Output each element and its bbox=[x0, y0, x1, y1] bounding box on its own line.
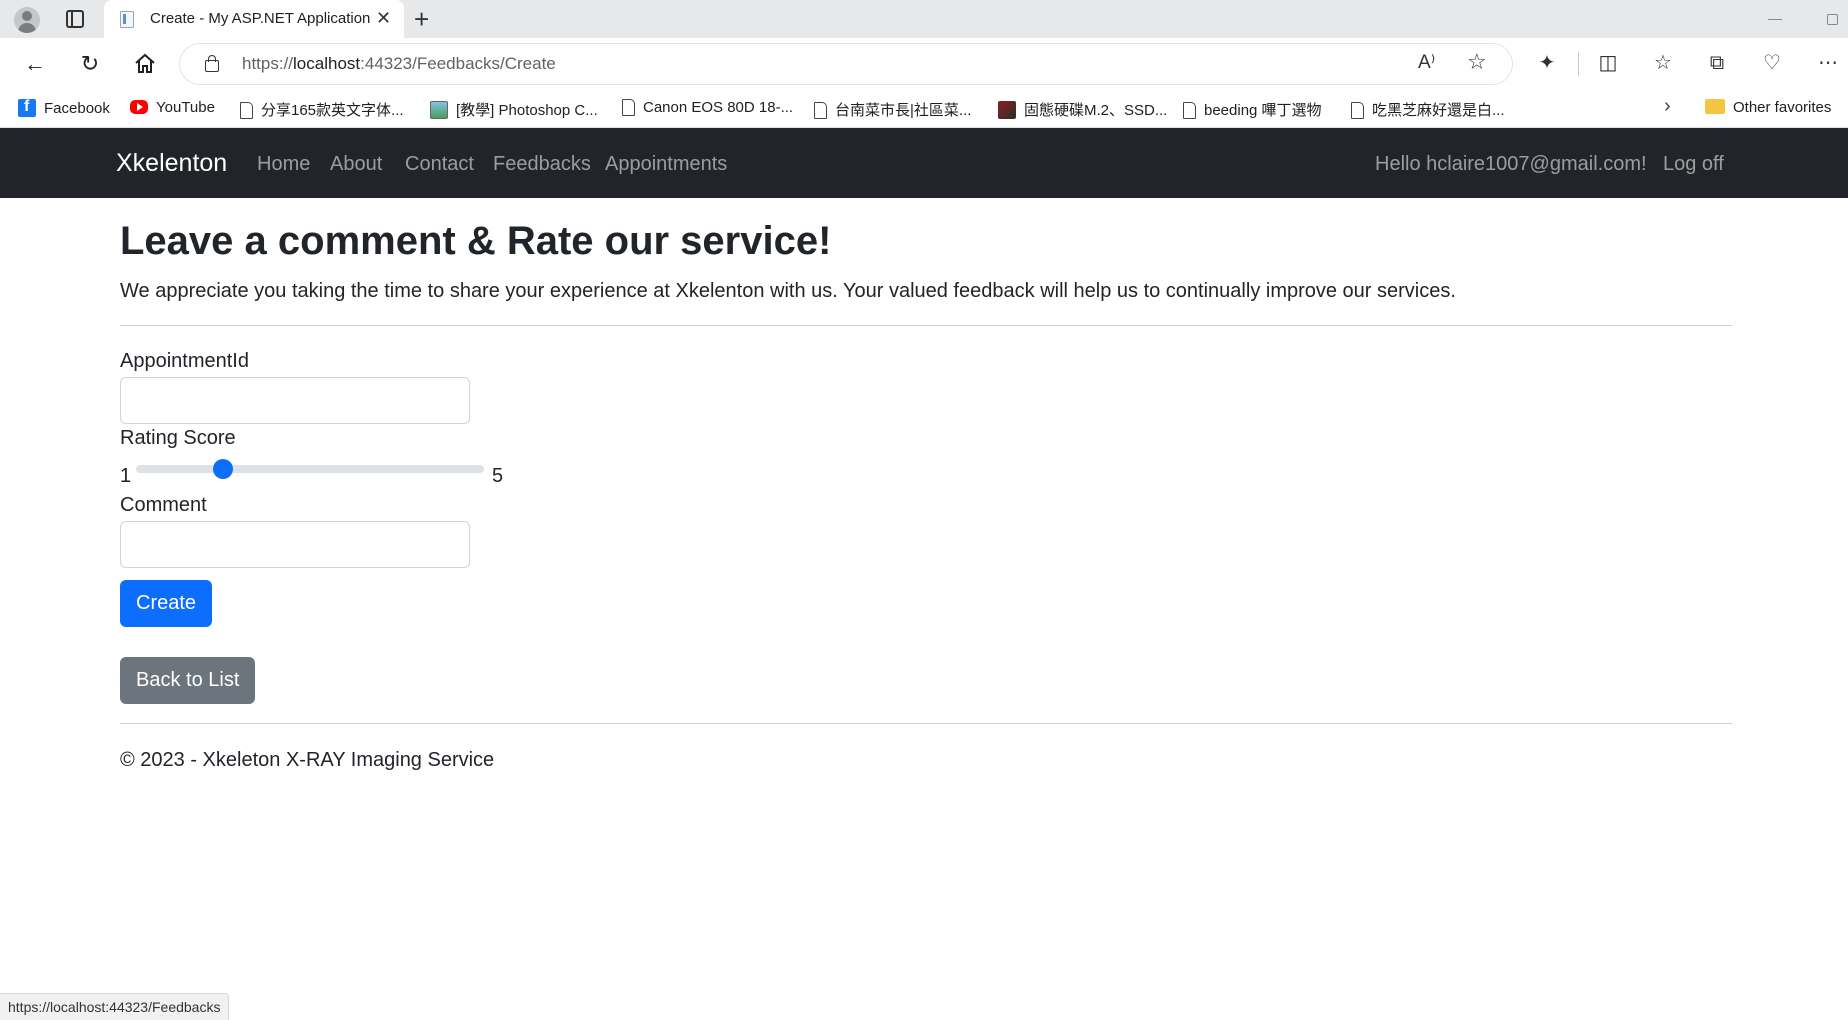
intro-text: We appreciate you taking the time to sha… bbox=[120, 280, 1456, 302]
bookmark-ssd[interactable]: 固態硬碟M.2、SSD... bbox=[998, 99, 1167, 119]
favorite-star-icon[interactable]: ☆ bbox=[1467, 49, 1487, 75]
brand-link[interactable]: Xkelenton bbox=[116, 149, 227, 178]
page-icon bbox=[240, 102, 253, 119]
rating-slider[interactable] bbox=[136, 459, 484, 479]
lock-icon[interactable] bbox=[204, 55, 219, 72]
minimize-window-button[interactable] bbox=[1768, 19, 1782, 20]
other-favorites-folder[interactable]: Other favorites bbox=[1705, 99, 1831, 119]
bookmark-photoshop[interactable]: [教學] Photoshop C... bbox=[430, 99, 598, 119]
page-icon bbox=[1351, 102, 1364, 119]
bookmark-market[interactable]: 台南菜市長|社區菜... bbox=[814, 99, 971, 119]
new-tab-button[interactable]: + bbox=[414, 4, 429, 34]
collections-icon[interactable]: ⧉ bbox=[1703, 49, 1731, 77]
footer-copyright: © 2023 - Xkeleton X-RAY Imaging Service bbox=[120, 749, 495, 771]
refresh-icon[interactable]: ↻ bbox=[76, 50, 104, 78]
page-favicon-icon bbox=[120, 11, 134, 28]
performance-icon[interactable]: ♡ bbox=[1758, 49, 1786, 77]
tab-title: Create - My ASP.NET Application bbox=[150, 10, 371, 27]
rating-slider-thumb[interactable] bbox=[213, 459, 233, 479]
back-to-list-button[interactable]: Back to List bbox=[120, 657, 256, 704]
nav-feedbacks[interactable]: Feedbacks bbox=[493, 153, 591, 176]
page-title: Leave a comment & Rate our service! bbox=[120, 219, 832, 263]
restore-window-button[interactable] bbox=[1827, 14, 1838, 25]
bookmark-beeding[interactable]: beeding 嗶丁選物 bbox=[1183, 99, 1322, 119]
more-menu-icon[interactable]: ⋯ bbox=[1814, 49, 1842, 77]
divider bbox=[120, 325, 1732, 326]
nav-contact[interactable]: Contact bbox=[405, 153, 474, 176]
chevron-right-icon[interactable]: › bbox=[1664, 95, 1671, 118]
bookmark-facebook[interactable]: Facebook bbox=[18, 98, 110, 119]
bookmark-fonts[interactable]: 分享165款英文字体... bbox=[240, 99, 404, 119]
page-icon bbox=[622, 99, 635, 116]
rating-min-label: 1 bbox=[120, 465, 132, 487]
browser-tab-strip: Create - My ASP.NET Application ✕ + bbox=[0, 0, 1848, 38]
page-icon bbox=[814, 102, 827, 119]
comment-label: Comment bbox=[120, 494, 207, 516]
close-tab-icon[interactable]: ✕ bbox=[376, 8, 391, 28]
home-icon[interactable] bbox=[131, 50, 159, 78]
appointment-id-label: AppointmentId bbox=[120, 350, 249, 372]
page-icon bbox=[1183, 102, 1196, 119]
tab-actions-icon[interactable] bbox=[66, 10, 84, 28]
address-bar[interactable]: https://localhost:44323/Feedbacks/Create… bbox=[180, 44, 1512, 84]
footer-divider bbox=[120, 723, 1732, 724]
back-arrow-icon[interactable]: ← bbox=[21, 50, 49, 78]
rating-max-label: 5 bbox=[492, 465, 504, 487]
logoff-link[interactable]: Log off bbox=[1663, 153, 1724, 176]
url-text[interactable]: https://localhost:44323/Feedbacks/Create bbox=[242, 54, 556, 74]
folder-icon bbox=[1705, 99, 1725, 114]
profile-icon[interactable] bbox=[14, 7, 40, 33]
rating-score-label: Rating Score bbox=[120, 427, 236, 449]
favorites-bar: Facebook YouTube 分享165款英文字体... [教學] Phot… bbox=[0, 90, 1848, 128]
user-greeting-link[interactable]: Hello hclaire1007@gmail.com! bbox=[1375, 153, 1647, 176]
browser-tab-active[interactable]: Create - My ASP.NET Application ✕ bbox=[104, 0, 404, 38]
comment-input[interactable] bbox=[120, 521, 470, 568]
youtube-icon bbox=[130, 100, 148, 114]
nav-about[interactable]: About bbox=[330, 153, 382, 176]
extensions-icon[interactable]: ✦ bbox=[1533, 49, 1561, 77]
create-button[interactable]: Create bbox=[120, 580, 213, 627]
site-navbar: Xkelenton Home About Contact Feedbacks A… bbox=[0, 128, 1848, 198]
favorites-icon[interactable]: ☆ bbox=[1649, 49, 1677, 77]
read-aloud-icon[interactable]: A⁾ bbox=[1418, 51, 1435, 74]
appointment-id-input[interactable] bbox=[120, 377, 470, 424]
nav-home[interactable]: Home bbox=[257, 153, 310, 176]
split-screen-icon[interactable]: ◫ bbox=[1594, 49, 1622, 77]
bookmark-youtube[interactable]: YouTube bbox=[130, 99, 215, 119]
toolbar-divider bbox=[1578, 52, 1579, 76]
link-status-bar: https://localhost:44323/Feedbacks bbox=[0, 993, 230, 1020]
browser-toolbar: ← ↻ https://localhost:44323/Feedbacks/Cr… bbox=[0, 38, 1848, 90]
facebook-icon bbox=[18, 98, 36, 117]
image-icon bbox=[430, 101, 448, 119]
bookmark-canon[interactable]: Canon EOS 80D 18-... bbox=[622, 99, 793, 119]
site-icon bbox=[998, 101, 1016, 119]
nav-appointments[interactable]: Appointments bbox=[605, 153, 727, 176]
bookmark-sesame[interactable]: 吃黑芝麻好還是白... bbox=[1351, 99, 1505, 119]
